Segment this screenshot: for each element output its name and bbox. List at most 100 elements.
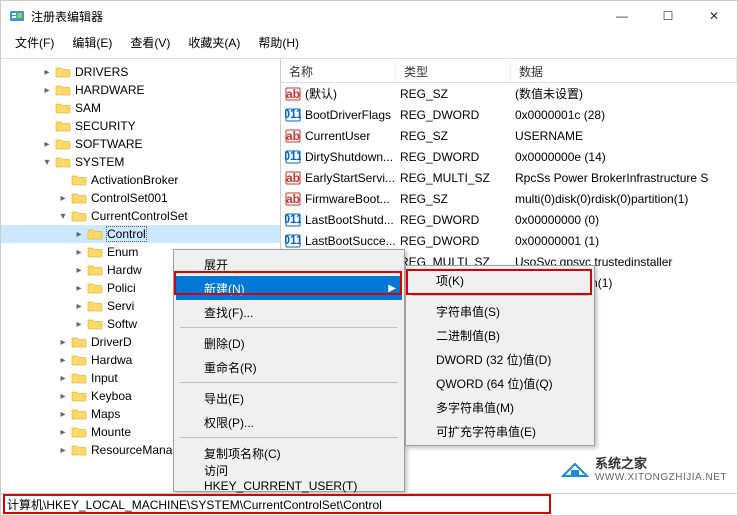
value-data: RpcSs Power BrokerInfrastructure S [511,171,737,185]
context-menu-item[interactable]: 重命名(R) [176,355,402,379]
context-menu-item[interactable]: QWORD (64 位)值(Q) [408,371,592,395]
tree-item-label: Mounte [91,425,131,439]
tree-item-label: Control [107,227,146,241]
expand-icon[interactable]: ▸ [57,355,69,366]
menu-item-label: 项(K) [436,272,464,289]
tree-item-label: ControlSet001 [91,191,168,205]
expand-icon[interactable]: ▸ [73,247,85,258]
context-menu-item[interactable]: 字符串值(S) [408,299,592,323]
menu-favorites[interactable]: 收藏夹(A) [180,32,248,53]
tree-item-label: ActivationBroker [91,173,178,187]
expand-icon[interactable]: ▸ [41,85,53,96]
expand-icon[interactable]: ▸ [73,283,85,294]
listview-row[interactable]: 011LastBootSucce...REG_DWORD0x00000001 (… [281,230,737,251]
col-data-header[interactable]: 数据 [511,59,737,82]
menu-help[interactable]: 帮助(H) [250,32,307,53]
value-data: 0x00000001 (1) [511,234,737,248]
tree-item[interactable]: ActivationBroker [1,171,280,189]
expand-icon[interactable]: ▸ [73,265,85,276]
minimize-button[interactable]: — [599,1,645,31]
context-menu-item[interactable]: 新建(N)▶ [176,276,402,300]
address-bar [1,493,737,515]
tree-item[interactable]: SECURITY [1,117,280,135]
context-menu-item[interactable]: 可扩充字符串值(E) [408,419,592,443]
menu-item-label: 多字符串值(M) [436,399,514,416]
expand-icon[interactable]: ▸ [57,409,69,420]
menu-item-label: QWORD (64 位)值(Q) [436,375,553,392]
tree-item-label: Servi [107,299,134,313]
menu-edit[interactable]: 编辑(E) [64,32,120,53]
context-menu-item[interactable]: 查找(F)... [176,300,402,324]
svg-text:ab: ab [286,192,300,206]
context-menu-item[interactable]: 项(K) [408,268,592,292]
menu-separator [180,382,398,383]
expand-icon[interactable]: ▸ [57,373,69,384]
expand-icon[interactable]: ▸ [57,391,69,402]
expand-icon[interactable]: ▸ [41,67,53,78]
watermark-url: WWW.XITONGZHIJIA.NET [595,472,727,483]
context-menu-item[interactable]: 权限(P)... [176,410,402,434]
value-type: REG_MULTI_SZ [396,171,511,185]
new-submenu: 项(K) 字符串值(S) 二进制值(B) DWORD (32 位)值(D) QWORD … [405,265,595,446]
tree-item[interactable]: ▸SOFTWARE [1,135,280,153]
menu-view[interactable]: 查看(V) [122,32,178,53]
tree-item-label: Hardw [107,263,142,277]
listview-row[interactable]: 011DirtyShutdown...REG_DWORD0x0000000e (… [281,146,737,167]
menu-item-label: 二进制值(B) [436,327,500,344]
tree-item[interactable]: ▾CurrentControlSet [1,207,280,225]
menu-separator [180,437,398,438]
watermark-logo-icon [561,456,589,480]
context-menu-item[interactable]: 展开 [176,252,402,276]
listview-row[interactable]: abFirmwareBoot...REG_SZmulti(0)disk(0)rd… [281,188,737,209]
tree-item-label: Input [91,371,118,385]
context-menu-item[interactable]: 多字符串值(M) [408,395,592,419]
listview-row[interactable]: abCurrentUserREG_SZUSERNAME [281,125,737,146]
expand-icon[interactable]: ▸ [41,139,53,150]
listview-row[interactable]: abEarlyStartServi...REG_MULTI_SZRpcSs Po… [281,167,737,188]
address-input[interactable] [1,496,737,514]
expand-icon[interactable]: ▸ [57,427,69,438]
maximize-button[interactable]: ☐ [645,1,691,31]
tree-item[interactable]: ▸ DRIVERS [1,63,280,81]
listview-header: 名称 类型 数据 [281,59,737,83]
menu-item-label: 查找(F)... [204,304,253,321]
menu-item-label: 权限(P)... [204,414,254,431]
listview-row[interactable]: 011LastBootShutd...REG_DWORD0x00000000 (… [281,209,737,230]
tree-item[interactable]: ▸ Control [1,225,280,243]
tree-item-label: Softw [107,317,137,331]
menu-file[interactable]: 文件(F) [7,32,62,53]
expand-icon[interactable]: ▸ [57,193,69,204]
menu-item-label: 删除(D) [204,335,245,352]
tree-item[interactable]: ▾SYSTEM [1,153,280,171]
tree-item[interactable]: ▸ ControlSet001 [1,189,280,207]
listview-row[interactable]: ab(默认)REG_SZ(数值未设置) [281,83,737,104]
context-menu-item[interactable]: DWORD (32 位)值(D) [408,347,592,371]
tree-item[interactable]: SAM [1,99,280,117]
expand-icon[interactable]: ▸ [73,229,85,240]
value-data: 0x0000000e (14) [511,150,737,164]
tree-item-label: Enum [107,245,138,259]
listview-row[interactable]: 011BootDriverFlagsREG_DWORD0x0000001c (2… [281,104,737,125]
value-data: 0x00000000 (0) [511,213,737,227]
expand-icon[interactable]: ▸ [57,445,69,456]
context-menu-item[interactable]: 二进制值(B) [408,323,592,347]
tree-item-label: DriverD [91,335,132,349]
context-menu-item[interactable]: 访问 HKEY_CURRENT_USER(T) [176,465,402,489]
expand-icon[interactable]: ▸ [73,319,85,330]
close-button[interactable]: ✕ [691,1,737,31]
tree-item-label: DRIVERS [75,65,128,79]
expand-icon[interactable]: ▸ [57,337,69,348]
context-menu-item[interactable]: 导出(E) [176,386,402,410]
col-type-header[interactable]: 类型 [396,59,511,82]
value-name: LastBootSucce... [305,234,396,248]
tree-item[interactable]: ▸HARDWARE [1,81,280,99]
svg-text:011: 011 [285,107,301,121]
expand-icon[interactable]: ▾ [41,157,53,168]
expand-icon[interactable]: ▸ [73,301,85,312]
expand-icon[interactable]: ▾ [57,211,69,222]
context-menu-item[interactable]: 删除(D) [176,331,402,355]
col-name-header[interactable]: 名称 [281,59,396,82]
tree-context-menu: 展开新建(N)▶ 查找(F)... 删除(D) 重命名(R) 导出(E) 权限(P)...… [173,249,405,492]
value-name: (默认) [305,85,337,102]
menu-separator [412,295,588,296]
